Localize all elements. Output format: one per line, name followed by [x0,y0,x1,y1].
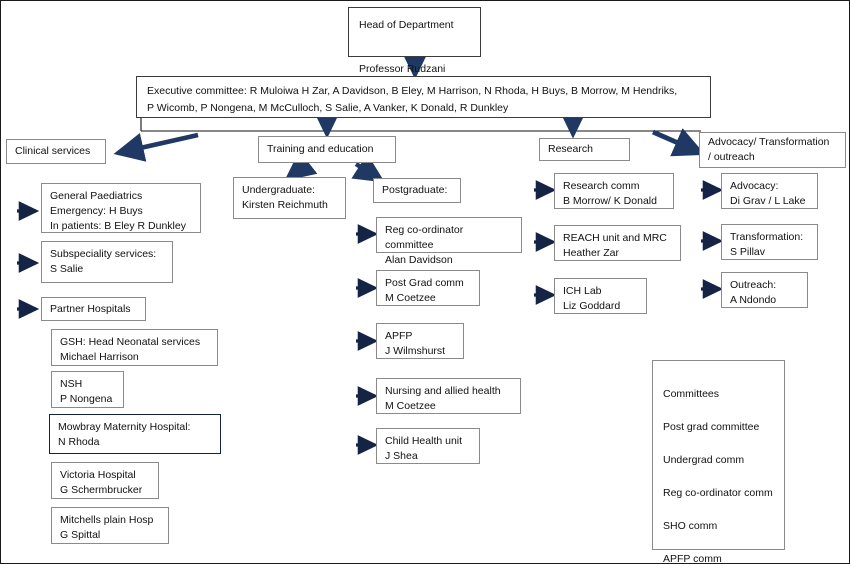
postgrad-item-post-grad-comm: Post Grad comm M Coetzee [376,270,480,306]
committees-heading: Committees [663,387,720,400]
research-item-research-comm: Research comm B Morrow/ K Donald [554,173,674,209]
hospital-mitchells-plain: Mitchells plain Hosp G Spittal [51,507,169,544]
training-postgraduate: Postgraduate: [373,178,461,203]
committee-item: APFP comm [663,552,722,564]
org-chart-canvas: Head of Department Professor Rudzani Exe… [0,0,850,564]
hospital-gsh: GSH: Head Neonatal services Michael Harr… [51,329,218,366]
clinical-item-general-paediatrics: General Paediatrics Emergency: H Buys In… [41,183,201,233]
postgrad-item-child-health-unit: Child Health unit J Shea [376,428,480,464]
pillar-advocacy-transformation-outreach: Advocacy/ Transformation / outreach [699,132,846,168]
advocacy-item-advocacy: Advocacy: Di Grav / L Lake [721,173,818,209]
research-item-reach-unit-mrc: REACH unit and MRC Heather Zar [554,225,681,261]
committee-item: Post grad committee [663,420,760,433]
pillar-training-and-education: Training and education [258,136,396,163]
clinical-item-partner-hospitals: Partner Hospitals [41,297,146,321]
committee-item: SHO comm [663,519,718,532]
hospital-nsh: NSH P Nongena [51,371,124,408]
research-item-ich-lab: ICH Lab Liz Goddard [554,278,647,314]
committee-item: Reg co-ordinator comm [663,486,773,499]
committee-item: Undergrad comm [663,453,745,466]
committees-panel: Committees Post grad committee Undergrad… [652,360,785,563]
pillar-clinical-services: Clinical services [6,139,106,164]
pillar-research: Research [539,138,630,161]
postgrad-item-nursing-allied-health: Nursing and allied health M Coetzee [376,378,521,414]
executive-committee-box: Executive committee: R Muloiwa H Zar, A … [136,76,711,118]
postgrad-item-reg-coordinator-committee: Reg co-ordinator committee Alan Davidson [376,217,522,266]
postgrad-item-apfp: APFP J Wilmshurst [376,323,464,359]
training-undergraduate: Undergraduate: Kirsten Reichmuth [233,177,346,219]
hospital-mowbray-maternity: Mowbray Maternity Hospital: N Rhoda [49,414,221,454]
advocacy-item-outreach: Outreach: A Ndondo [721,272,808,308]
advocacy-item-transformation: Transformation: S Pillav [721,224,818,260]
head-of-department-box: Head of Department Professor Rudzani [348,7,481,75]
hospital-victoria: Victoria Hospital G Schermbrucker [51,462,159,499]
clinical-item-subspeciality-services: Subspeciality services: S Salie [41,241,173,283]
